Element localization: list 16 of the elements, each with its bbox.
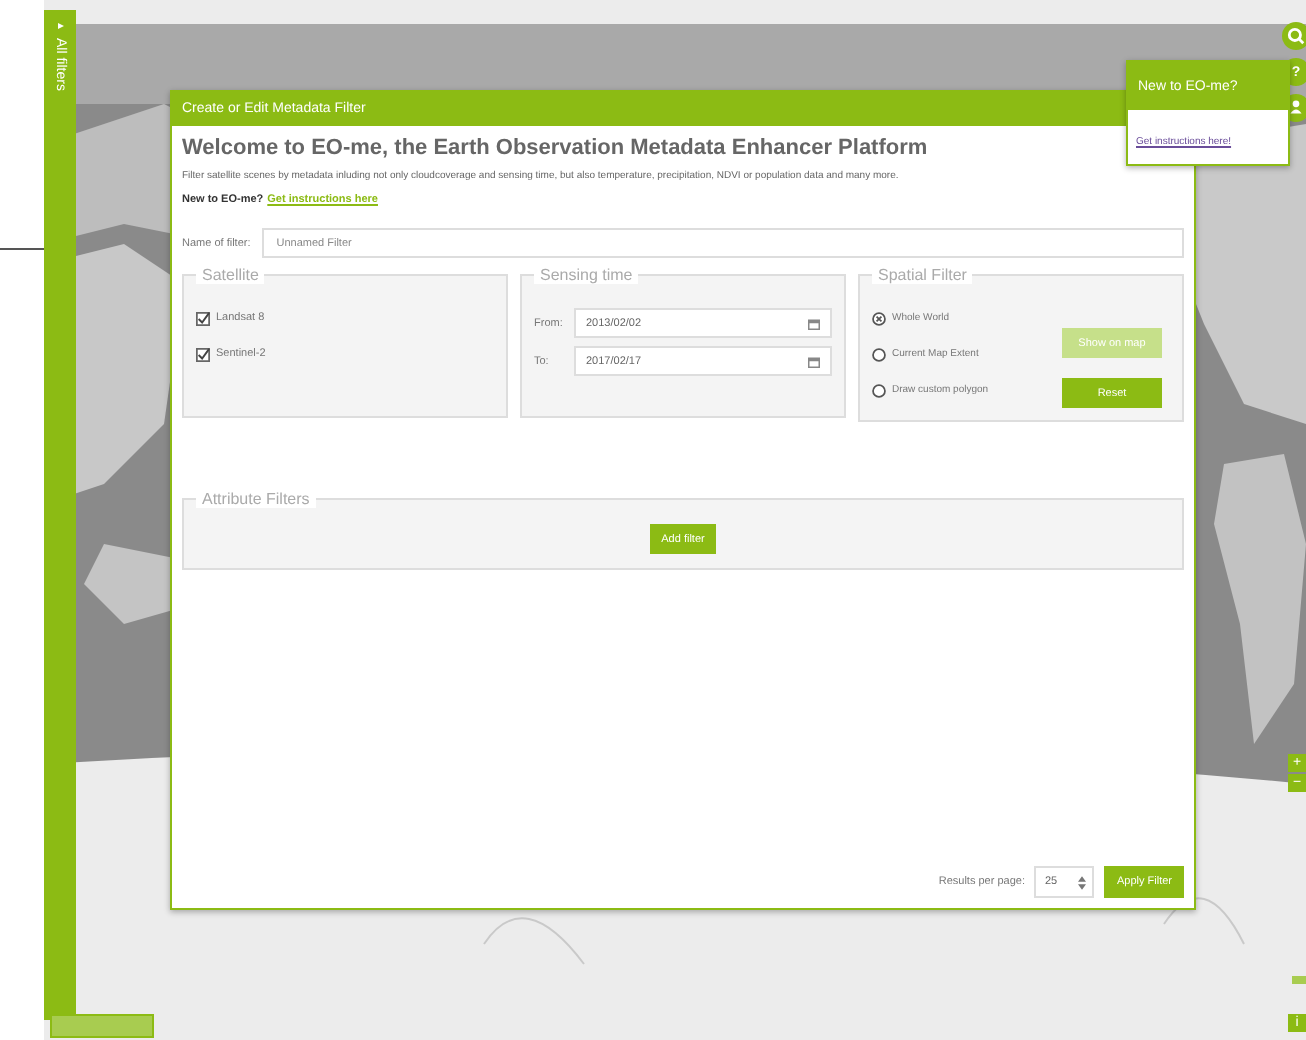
calendar-icon[interactable] [808,317,820,329]
panel-legend: Spatial Filter [872,266,973,284]
arrow-icon [57,22,63,30]
slider-track [1292,976,1306,984]
checkbox[interactable] [196,312,210,326]
checkbox[interactable] [196,348,210,362]
radio-button[interactable] [872,312,886,326]
calendar-icon[interactable] [808,355,820,367]
panel-legend: Attribute Filters [196,490,316,508]
radio-button[interactable] [872,384,886,398]
spinner-arrows-icon[interactable] [1078,875,1087,889]
radio-button[interactable] [872,348,886,362]
welcome-heading: Welcome to EO-me, the Earth Observation Metadata Enhancer Platform [182,136,928,160]
panel-legend: Sensing time [534,266,639,284]
search-icon[interactable] [1282,22,1306,50]
panel-legend: Satellite [196,266,265,284]
